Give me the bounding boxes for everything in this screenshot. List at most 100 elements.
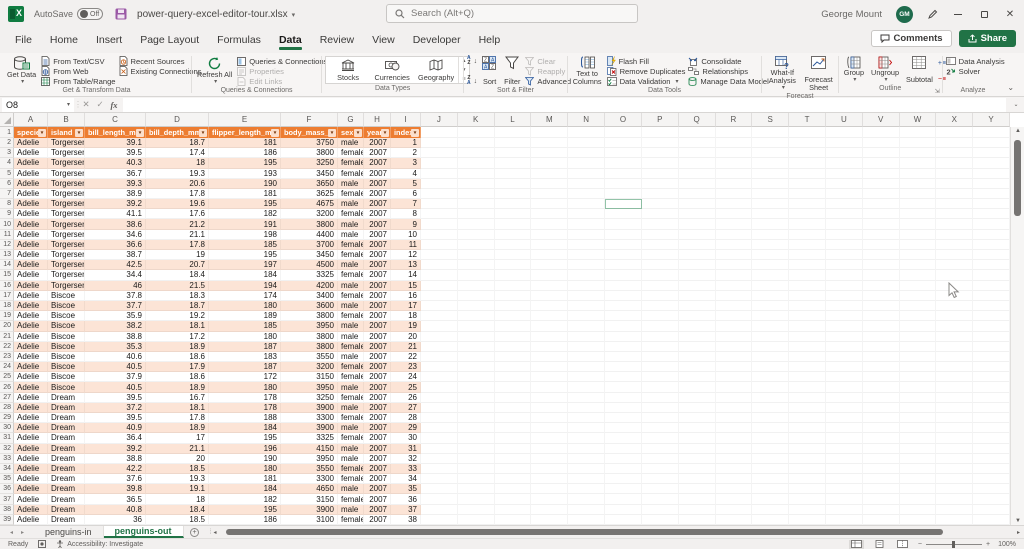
cell[interactable] bbox=[531, 444, 568, 454]
cell[interactable] bbox=[936, 362, 973, 372]
cell[interactable] bbox=[936, 240, 973, 250]
cell[interactable] bbox=[605, 342, 642, 352]
cell[interactable] bbox=[495, 515, 532, 525]
cell[interactable] bbox=[458, 209, 495, 219]
cell[interactable] bbox=[531, 332, 568, 342]
cell[interactable]: Dream bbox=[48, 403, 85, 413]
cell[interactable] bbox=[863, 179, 900, 189]
row-number[interactable]: 33 bbox=[0, 454, 14, 464]
cell[interactable] bbox=[716, 454, 753, 464]
cell[interactable]: female bbox=[338, 464, 364, 474]
cell[interactable] bbox=[642, 179, 679, 189]
cell[interactable]: 2007 bbox=[364, 311, 391, 321]
cell[interactable]: Biscoe bbox=[48, 291, 85, 301]
cell[interactable] bbox=[531, 291, 568, 301]
cell[interactable] bbox=[495, 505, 532, 515]
cell[interactable] bbox=[495, 332, 532, 342]
cell[interactable] bbox=[458, 362, 495, 372]
cell[interactable] bbox=[458, 148, 495, 158]
cell[interactable] bbox=[679, 291, 716, 301]
cell[interactable] bbox=[605, 362, 642, 372]
row-number[interactable]: 15 bbox=[0, 270, 14, 280]
cell[interactable] bbox=[642, 169, 679, 179]
cell[interactable] bbox=[900, 169, 937, 179]
cell[interactable]: 2007 bbox=[364, 179, 391, 189]
cell[interactable] bbox=[531, 260, 568, 270]
cell[interactable] bbox=[863, 433, 900, 443]
cell[interactable] bbox=[826, 413, 863, 423]
cell[interactable] bbox=[973, 240, 1010, 250]
cell[interactable] bbox=[495, 179, 532, 189]
cell[interactable] bbox=[458, 413, 495, 423]
cell[interactable] bbox=[789, 342, 826, 352]
cell[interactable]: 2007 bbox=[364, 260, 391, 270]
cell[interactable]: 21.5 bbox=[146, 281, 209, 291]
cell[interactable] bbox=[789, 403, 826, 413]
cell[interactable]: 197 bbox=[209, 260, 281, 270]
cell[interactable]: Torgersen bbox=[48, 189, 85, 199]
cell[interactable]: 27 bbox=[391, 403, 421, 413]
cell[interactable] bbox=[973, 413, 1010, 423]
cell[interactable]: Dream bbox=[48, 433, 85, 443]
cell[interactable] bbox=[863, 127, 900, 138]
cell[interactable] bbox=[936, 179, 973, 189]
cell[interactable]: 181 bbox=[209, 474, 281, 484]
tab-file[interactable]: File bbox=[6, 31, 41, 51]
cell[interactable] bbox=[458, 342, 495, 352]
cell[interactable]: 186 bbox=[209, 148, 281, 158]
column-header-I[interactable]: I bbox=[391, 113, 421, 127]
cell[interactable]: 2007 bbox=[364, 281, 391, 291]
cell[interactable]: 29 bbox=[391, 423, 421, 433]
cell[interactable] bbox=[605, 464, 642, 474]
cell[interactable] bbox=[826, 311, 863, 321]
cell[interactable]: 38 bbox=[391, 515, 421, 525]
cell[interactable] bbox=[789, 250, 826, 260]
cell[interactable] bbox=[421, 423, 458, 433]
cell[interactable] bbox=[863, 250, 900, 260]
flash-fill-button[interactable]: Flash Fill bbox=[607, 56, 686, 66]
cell[interactable] bbox=[458, 515, 495, 525]
cell[interactable] bbox=[900, 311, 937, 321]
collapse-ribbon-button[interactable]: ⌄ bbox=[1003, 53, 1022, 96]
cell[interactable]: 21.1 bbox=[146, 444, 209, 454]
cell[interactable]: 30 bbox=[391, 433, 421, 443]
cell[interactable] bbox=[421, 362, 458, 372]
cell[interactable]: female bbox=[338, 342, 364, 352]
vertical-scrollbar[interactable]: ▲ ▼ bbox=[1010, 127, 1024, 525]
manage-data-model-button[interactable]: Manage Data Model bbox=[688, 76, 768, 86]
cell[interactable] bbox=[531, 342, 568, 352]
cell[interactable] bbox=[973, 444, 1010, 454]
cell[interactable] bbox=[458, 393, 495, 403]
cell[interactable] bbox=[936, 342, 973, 352]
cell[interactable] bbox=[531, 321, 568, 331]
cell[interactable] bbox=[679, 332, 716, 342]
cell[interactable] bbox=[789, 352, 826, 362]
row-number[interactable]: 30 bbox=[0, 423, 14, 433]
next-sheet-icon[interactable]: ▸ bbox=[21, 529, 24, 536]
cell[interactable] bbox=[679, 474, 716, 484]
cell[interactable]: 3325 bbox=[281, 270, 338, 280]
filter-dropdown-icon[interactable]: ▾ bbox=[271, 129, 279, 137]
cell[interactable] bbox=[973, 169, 1010, 179]
cell[interactable] bbox=[789, 209, 826, 219]
cell[interactable] bbox=[863, 515, 900, 525]
cell[interactable] bbox=[973, 352, 1010, 362]
cell[interactable] bbox=[789, 179, 826, 189]
cell[interactable] bbox=[679, 382, 716, 392]
cell[interactable] bbox=[495, 219, 532, 229]
cell[interactable] bbox=[716, 494, 753, 504]
cell[interactable] bbox=[936, 494, 973, 504]
cell[interactable] bbox=[900, 189, 937, 199]
reapply-filter-button[interactable]: Reapply bbox=[525, 66, 571, 76]
cell[interactable] bbox=[421, 444, 458, 454]
column-header-D[interactable]: D bbox=[146, 113, 209, 127]
cell[interactable] bbox=[495, 372, 532, 382]
cell[interactable] bbox=[973, 158, 1010, 168]
cell[interactable] bbox=[458, 250, 495, 260]
cell[interactable]: 18 bbox=[391, 311, 421, 321]
cell[interactable]: 3750 bbox=[281, 138, 338, 148]
cell[interactable]: 17.8 bbox=[146, 413, 209, 423]
cell[interactable] bbox=[642, 444, 679, 454]
cell[interactable] bbox=[863, 169, 900, 179]
cell[interactable]: 37.8 bbox=[85, 291, 146, 301]
